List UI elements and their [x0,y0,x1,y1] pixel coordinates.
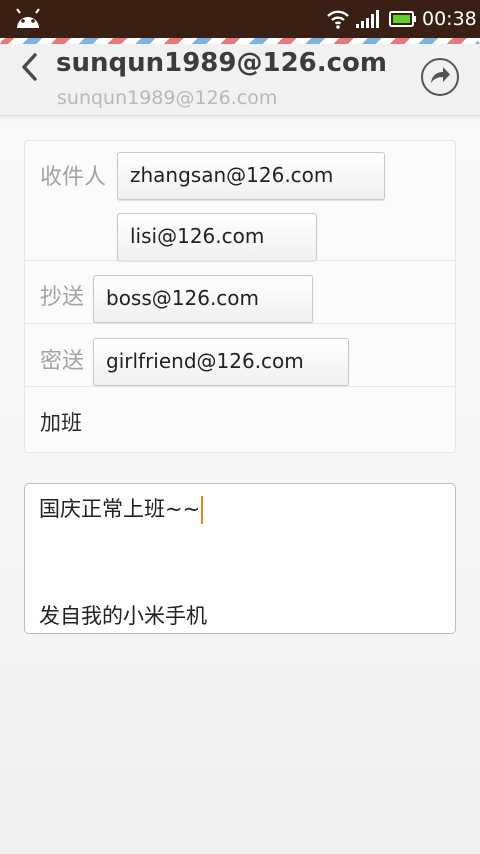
battery-icon [389,11,417,31]
divider [25,260,455,261]
android-icon [14,8,42,34]
divider [25,386,455,387]
forward-arrow-icon [429,65,451,89]
message-body-input[interactable]: 国庆正常上班~~ 发自我的小米手机 [24,483,456,634]
recipients-card: 收件人 zhangsan@126.com lisi@126.com 抄送 bos… [24,140,456,453]
cc-label: 抄送 [40,285,85,310]
bcc-label: 密送 [40,349,85,374]
to-recipient-chip[interactable]: zhangsan@126.com [117,152,385,200]
text-cursor [201,496,204,524]
body-text-line: 国庆正常上班~~ [39,493,204,524]
status-bar: 00:38 [0,0,480,38]
signature-text: 发自我的小米手机 [39,604,207,628]
divider [25,323,455,324]
body-text: 国庆正常上班~~ [39,497,201,521]
cc-recipient-chip[interactable]: boss@126.com [93,275,313,323]
page-subtitle: sunqun1989@126.com [57,87,278,109]
wifi-icon [326,9,350,33]
to-recipient-chip[interactable]: lisi@126.com [117,213,317,261]
signal-icon [356,10,380,32]
status-time: 00:38 [422,8,477,30]
subject-field[interactable]: 加班 [40,407,82,437]
header-bar: sunqun1989@126.com sunqun1989@126.com [0,44,480,116]
page-title: sunqun1989@126.com [56,48,388,78]
forward-button[interactable] [421,58,459,96]
bcc-recipient-chip[interactable]: girlfriend@126.com [93,338,349,386]
back-button[interactable] [12,52,46,86]
chevron-left-icon [19,52,39,86]
to-label: 收件人 [40,165,107,190]
